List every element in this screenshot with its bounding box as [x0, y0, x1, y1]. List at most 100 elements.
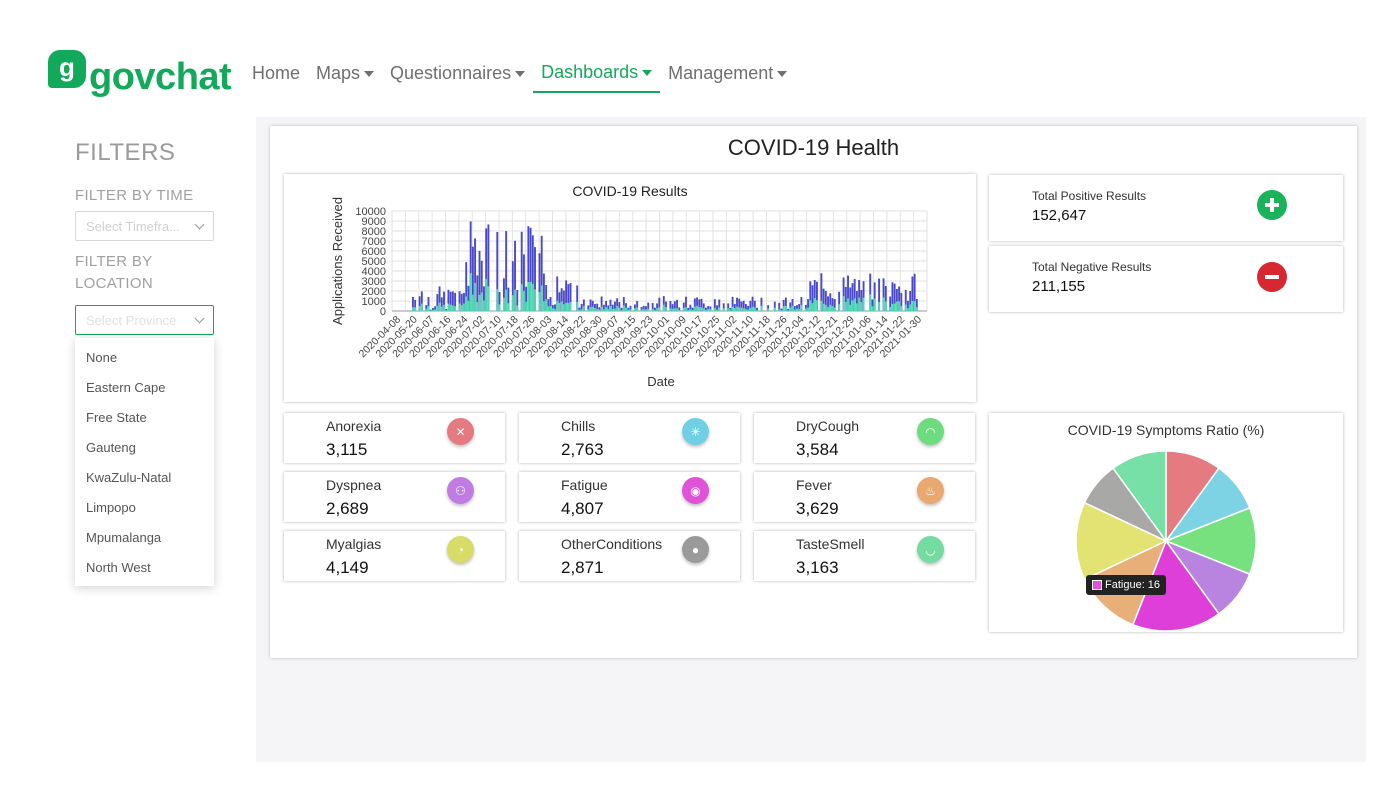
bar-positive [718, 307, 721, 311]
nav-label: Dashboards [541, 62, 639, 82]
bar-positive [713, 307, 716, 311]
bar-positive [904, 304, 907, 311]
nav-questionnaires[interactable]: Questionnaires [382, 62, 533, 93]
bar-positive [607, 308, 610, 311]
bar-positive [587, 309, 590, 311]
bar-positive [534, 289, 536, 311]
bar-positive [636, 307, 639, 311]
bar-positive [578, 309, 581, 311]
bar-positive [525, 301, 528, 311]
bar-positive [827, 306, 829, 311]
symptom-card-tastesmell: TasteSmell 3,163 ◡ [754, 531, 975, 581]
province-option[interactable]: Mpumalanga [75, 523, 214, 553]
timeframe-select[interactable]: Select Timefra... [75, 211, 214, 241]
bar-positive [429, 310, 432, 311]
bar-positive [831, 305, 834, 311]
logo-text: govchat [89, 56, 232, 98]
bar-positive [562, 304, 565, 311]
filters-title: FILTERS [75, 139, 176, 166]
symptom-card-myalgias: Myalgias 4,149 ◔ [284, 531, 505, 581]
bar-positive [458, 303, 461, 311]
bar-positive [829, 304, 832, 311]
y-axis-label: Applications Received [330, 197, 345, 325]
bar-positive [451, 305, 454, 311]
province-option[interactable]: Gauteng [75, 433, 214, 463]
bar-positive [782, 306, 785, 311]
bar-positive [569, 302, 572, 311]
province-option[interactable]: Limpopo [75, 493, 214, 523]
symptom-label: TasteSmell [796, 536, 865, 552]
bar-positive [915, 307, 918, 311]
bar-positive [554, 308, 556, 311]
bar-positive [558, 302, 561, 311]
bar-positive [833, 307, 836, 311]
bar-positive [431, 309, 434, 311]
province-option[interactable]: Eastern Cape [75, 373, 214, 403]
bar-positive [594, 307, 596, 311]
bar-positive [811, 303, 814, 311]
bar-positive [813, 298, 816, 311]
bar-positive [858, 297, 861, 311]
symptom-label: OtherConditions [561, 536, 663, 552]
bar-positive [502, 297, 505, 311]
nav-dashboards[interactable]: Dashboards [533, 62, 661, 93]
bar-positive [809, 300, 812, 311]
nav-maps[interactable]: Maps [308, 62, 382, 93]
symptom-value: 3,115 [326, 440, 368, 459]
symptom-label: Fever [796, 477, 832, 493]
bar-positive [576, 301, 579, 311]
bar-positive [753, 307, 756, 311]
bar-positive [480, 292, 483, 311]
bar-positive [891, 303, 894, 311]
total-negative-value: 211,155 [1032, 278, 1086, 295]
province-option[interactable]: KwaZulu-Natal [75, 463, 214, 493]
symptom-label: Anorexia [326, 418, 382, 434]
symptom-card-fever: Fever 3,629 ♨ [754, 472, 975, 522]
chevron-down-icon [194, 219, 205, 230]
dashboard-title: COVID-19 Health [727, 135, 900, 160]
bar-positive [434, 309, 437, 311]
nav-home[interactable]: Home [244, 62, 308, 93]
bar-positive [693, 306, 696, 311]
caret-down-icon [364, 70, 375, 77]
bar-positive [740, 307, 743, 311]
bar-positive [438, 302, 441, 311]
bar-positive [722, 308, 725, 311]
caret-down-icon [642, 69, 653, 76]
bar-positive [443, 304, 445, 311]
symptom-card-otherconditions: OtherConditions 2,871 ● [519, 531, 740, 581]
bar-positive [414, 307, 417, 311]
bar-positive [807, 307, 810, 311]
logo-badge-icon: g [48, 50, 86, 88]
bar-positive [596, 309, 599, 311]
bar-positive [471, 294, 474, 311]
tooltip-text: Fatigue: 16 [1105, 579, 1161, 591]
results-bar-chart: COVID-19 Results010002000300040005000600… [330, 183, 928, 389]
province-option[interactable]: None [75, 343, 214, 373]
province-option[interactable]: North West [75, 553, 214, 583]
muscle-icon: ◔ [447, 536, 474, 563]
filter-by-location-label: FILTER BY [75, 253, 153, 270]
bar-positive [582, 306, 585, 311]
symptom-value: 3,629 [796, 499, 839, 518]
bar-positive [913, 301, 916, 311]
bar-positive [467, 300, 470, 311]
bar-positive [580, 309, 583, 311]
bar-positive [736, 306, 738, 311]
bar-positive [505, 289, 508, 311]
govchat-logo[interactable]: g govchat [48, 50, 232, 98]
bar-positive [709, 309, 712, 311]
province-placeholder: Select Province [86, 313, 177, 328]
nav-management[interactable]: Management [660, 62, 795, 93]
province-select[interactable]: Select Province [75, 305, 214, 335]
bar-positive [778, 308, 781, 311]
bar-positive [907, 308, 909, 311]
caret-down-icon [777, 70, 788, 77]
bar-positive [822, 303, 825, 311]
bar-positive [474, 282, 477, 311]
flame-icon: ♨ [917, 477, 944, 504]
bar-positive [420, 303, 423, 311]
bar-positive [629, 309, 632, 311]
province-option[interactable]: Free State [75, 403, 214, 433]
bar-positive [425, 308, 428, 311]
